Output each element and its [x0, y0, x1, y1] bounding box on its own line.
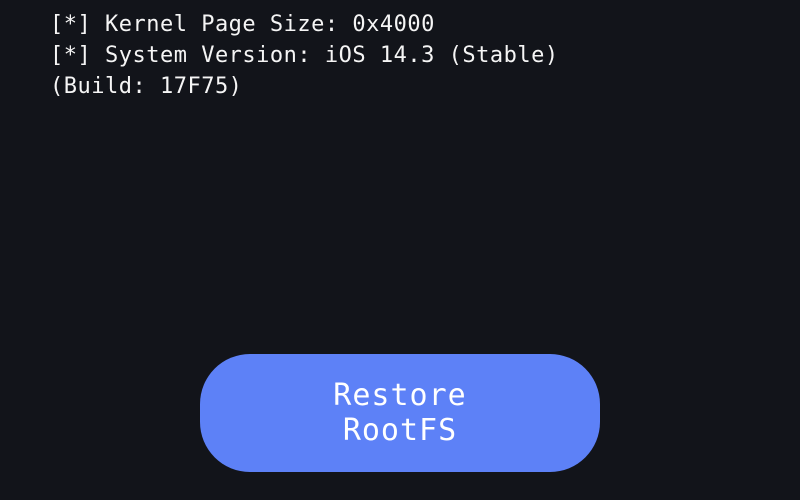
log-line: [*] Kernel Page Size: 0x4000: [50, 10, 750, 41]
log-output: [*] Kernel Page Size: 0x4000 [*] System …: [0, 0, 800, 112]
restore-rootfs-button[interactable]: Restore RootFS: [200, 354, 600, 472]
log-line: [*] System Version: iOS 14.3 (Stable): [50, 41, 750, 72]
log-line: (Build: 17F75): [50, 72, 750, 103]
